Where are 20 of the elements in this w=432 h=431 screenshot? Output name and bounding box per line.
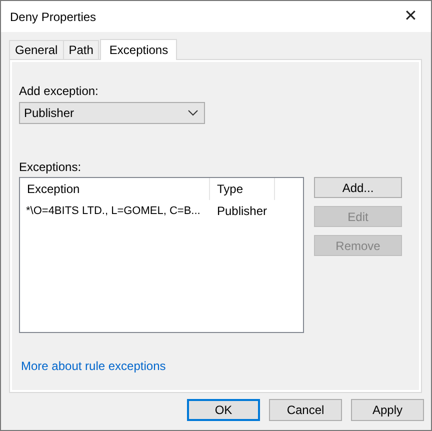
list-cell-text: Publisher (216, 203, 268, 220)
add-exception-label: Add exception: (19, 84, 100, 98)
dialog-button[interactable]: Apply (351, 399, 424, 421)
help-link[interactable]: More about rule exceptions (21, 359, 166, 373)
exceptions-label: Exceptions: (19, 160, 82, 174)
close-button[interactable]: ✕ (400, 8, 421, 24)
tab[interactable]: Path (62, 40, 100, 59)
column-header[interactable]: Type (210, 178, 275, 200)
tab[interactable]: Exceptions (100, 39, 178, 60)
column-header[interactable]: Exception (20, 178, 210, 200)
list-action-button[interactable]: Add... (314, 177, 402, 198)
dialog-button[interactable]: Cancel (269, 399, 342, 421)
list-row[interactable]: *\O=4BITS LTD., L=GOMEL, C=B... Publisher (20, 200, 303, 222)
chevron-down-icon (188, 110, 198, 116)
exception-type-dropdown[interactable]: Publisher (19, 102, 205, 124)
window-title: Deny Properties (10, 10, 96, 24)
exceptions-list[interactable]: Exception Type *\O=4BITS LTD., L=GOMEL, C=B... Publisher (19, 177, 304, 333)
tab[interactable]: General (9, 40, 64, 59)
list-cell-text: *\O=4BITS LTD., L=GOMEL, C=B... (25, 204, 202, 219)
dialog-button[interactable]: OK (187, 399, 260, 421)
